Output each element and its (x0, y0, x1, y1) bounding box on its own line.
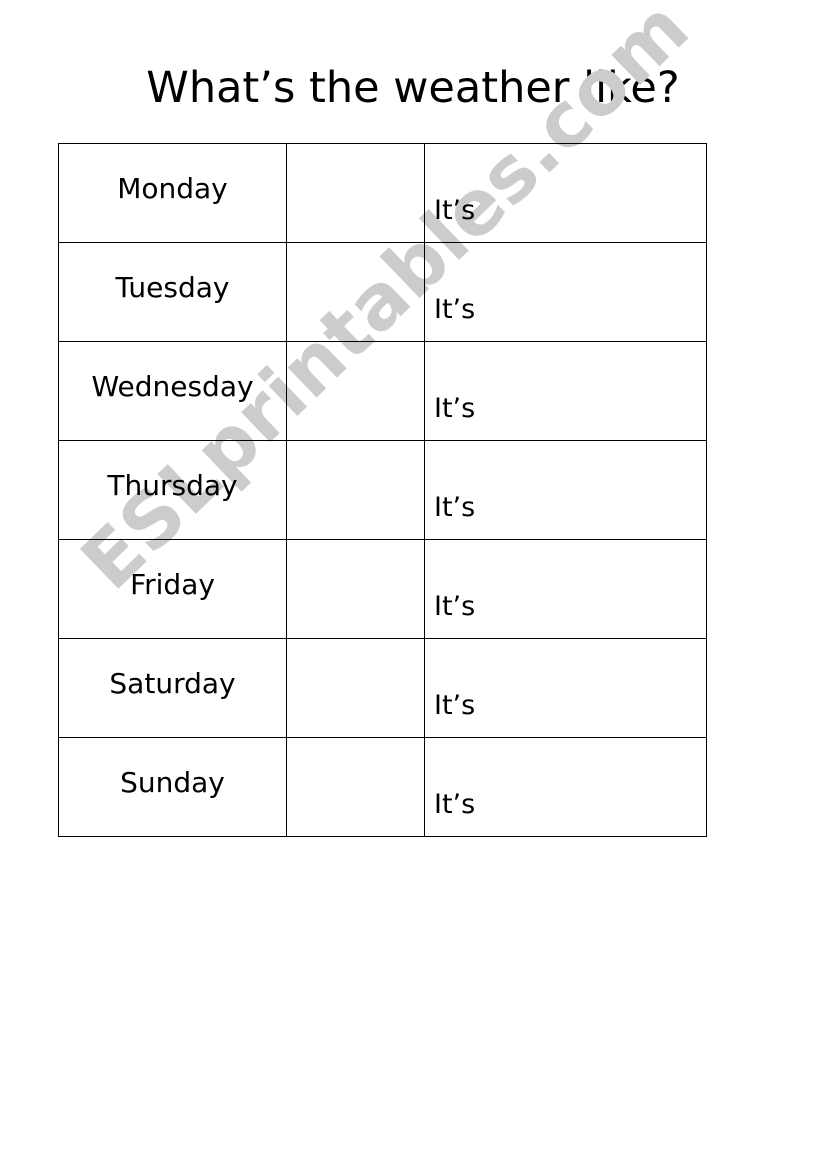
drawing-area[interactable] (287, 441, 424, 539)
sentence-cell-sunday[interactable]: It’s (424, 737, 707, 837)
day-cell-tuesday: Tuesday (58, 242, 287, 342)
sentence-prompt: It’s (434, 492, 476, 523)
sentence-cell-tuesday[interactable]: It’s (424, 242, 707, 342)
weather-table-body: Monday It’s Tuesday It’s Wednesday It’s … (58, 143, 707, 837)
sentence-prompt: It’s (434, 789, 476, 820)
sentence-cell-friday[interactable]: It’s (424, 539, 707, 639)
day-cell-saturday: Saturday (58, 638, 287, 738)
day-cell-thursday: Thursday (58, 440, 287, 540)
day-cell-friday: Friday (58, 539, 287, 639)
drawing-cell-thursday[interactable] (286, 440, 425, 540)
day-label: Friday (130, 568, 215, 601)
day-label: Monday (117, 172, 228, 205)
table-row: Sunday It’s (58, 737, 707, 837)
drawing-area[interactable] (287, 738, 424, 836)
drawing-cell-friday[interactable] (286, 539, 425, 639)
sentence-prompt: It’s (434, 591, 476, 622)
drawing-area[interactable] (287, 144, 424, 242)
table-row: Wednesday It’s (58, 341, 707, 441)
sentence-prompt: It’s (434, 294, 476, 325)
day-cell-sunday: Sunday (58, 737, 287, 837)
day-label: Saturday (109, 667, 236, 700)
day-label: Thursday (107, 469, 238, 502)
table-row: Monday It’s (58, 143, 707, 243)
sentence-cell-wednesday[interactable]: It’s (424, 341, 707, 441)
page-title: What’s the weather like? (146, 63, 680, 113)
day-label: Sunday (120, 766, 225, 799)
weather-table-container: Monday It’s Tuesday It’s Wednesday It’s … (58, 143, 707, 837)
day-cell-wednesday: Wednesday (58, 341, 287, 441)
sentence-cell-thursday[interactable]: It’s (424, 440, 707, 540)
drawing-area[interactable] (287, 639, 424, 737)
day-label: Wednesday (91, 370, 254, 403)
drawing-cell-monday[interactable] (286, 143, 425, 243)
worksheet-page: What’s the weather like? Monday It’s Tue… (0, 0, 826, 1169)
table-row: Saturday It’s (58, 638, 707, 738)
sentence-prompt: It’s (434, 393, 476, 424)
sentence-cell-monday[interactable]: It’s (424, 143, 707, 243)
day-cell-monday: Monday (58, 143, 287, 243)
drawing-cell-wednesday[interactable] (286, 341, 425, 441)
table-row: Tuesday It’s (58, 242, 707, 342)
sentence-prompt: It’s (434, 690, 476, 721)
drawing-area[interactable] (287, 243, 424, 341)
table-row: Thursday It’s (58, 440, 707, 540)
sentence-cell-saturday[interactable]: It’s (424, 638, 707, 738)
weather-table: Monday It’s Tuesday It’s Wednesday It’s … (58, 143, 707, 837)
table-row: Friday It’s (58, 539, 707, 639)
drawing-cell-sunday[interactable] (286, 737, 425, 837)
sentence-prompt: It’s (434, 195, 476, 226)
drawing-area[interactable] (287, 342, 424, 440)
drawing-cell-saturday[interactable] (286, 638, 425, 738)
day-label: Tuesday (115, 271, 230, 304)
drawing-area[interactable] (287, 540, 424, 638)
drawing-cell-tuesday[interactable] (286, 242, 425, 342)
